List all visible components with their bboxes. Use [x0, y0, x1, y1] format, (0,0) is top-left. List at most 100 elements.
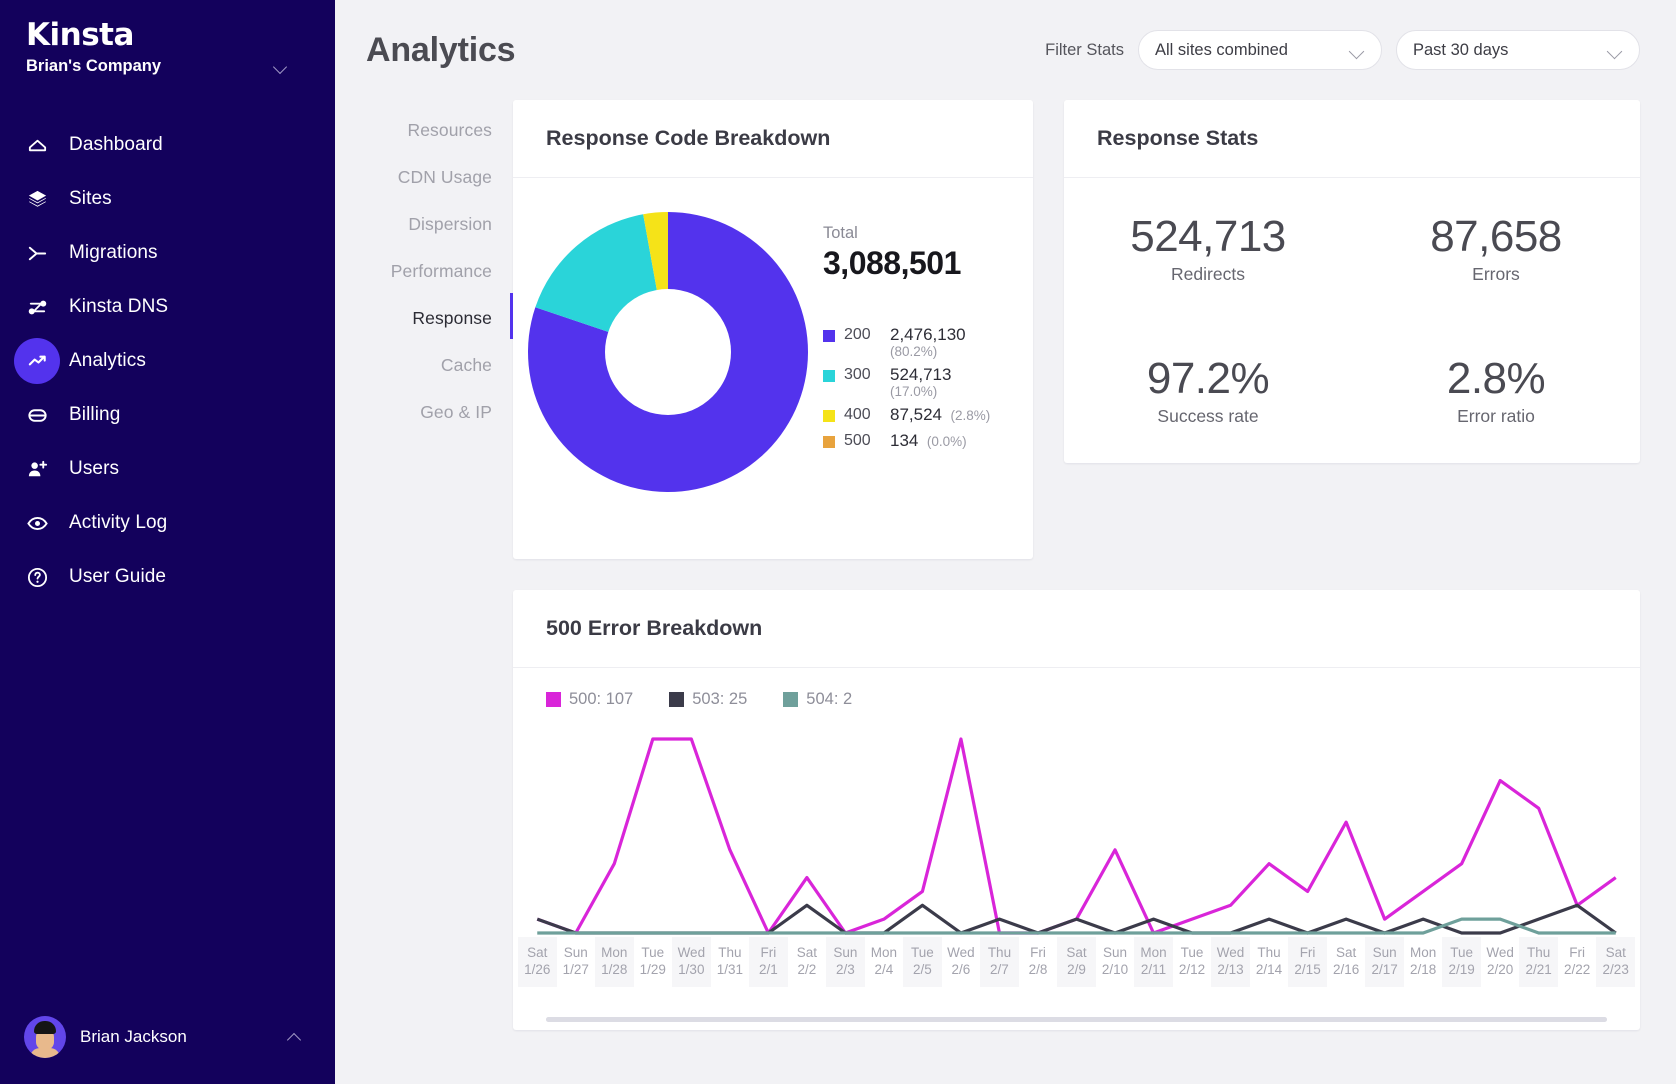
legend-code: 200 — [844, 324, 890, 344]
x-axis: Sat1/26Sun1/27Mon1/28Tue1/29Wed1/30Thu1/… — [513, 937, 1640, 987]
tick-date: 2/8 — [1019, 961, 1058, 978]
line-series-503[interactable] — [537, 905, 1615, 933]
company-switcher[interactable]: Brian's Company — [26, 57, 288, 76]
horizontal-scrollbar[interactable] — [546, 1017, 1607, 1022]
site-filter-select[interactable]: All sites combined — [1138, 30, 1382, 70]
legend-code: 500 — [844, 430, 890, 450]
sidebar-item-sites[interactable]: Sites — [0, 172, 335, 226]
x-axis-tick: Thu2/14 — [1250, 937, 1289, 987]
kinsta-logo[interactable]: Kinsta — [26, 17, 134, 53]
stat-label: Success rate — [1064, 406, 1352, 427]
legend-label: 503: 25 — [692, 690, 747, 709]
legend-values: 134 (0.0%) — [890, 430, 967, 451]
chevron-down-icon — [1609, 46, 1623, 55]
tick-day: Thu — [980, 944, 1019, 961]
tab-dispersion[interactable]: Dispersion — [335, 201, 492, 248]
main-content: Analytics Filter Stats All sites combine… — [335, 0, 1676, 1084]
sidebar-item-label: Billing — [69, 404, 120, 426]
tab-performance[interactable]: Performance — [335, 248, 492, 295]
tick-day: Tue — [903, 944, 942, 961]
x-axis-tick: Sat2/16 — [1327, 937, 1366, 987]
tick-date: 2/12 — [1173, 961, 1212, 978]
legend-value: 134 — [890, 431, 918, 450]
sidebar-item-user-guide[interactable]: User Guide — [0, 550, 335, 604]
legend-item-400[interactable]: 400 87,524 (2.8%) — [823, 404, 1033, 425]
tick-date: 2/19 — [1442, 961, 1481, 978]
tick-day: Tue — [634, 944, 673, 961]
sidebar-item-analytics[interactable]: Analytics — [0, 334, 335, 388]
sidebar-item-users[interactable]: Users — [0, 442, 335, 496]
legend-value: 524,713 — [890, 365, 951, 384]
tab-response[interactable]: Response — [335, 295, 492, 342]
legend-list: 200 2,476,130 (80.2%) 300 — [823, 324, 1033, 451]
tick-day: Fri — [1558, 944, 1597, 961]
filter-stats-label: Filter Stats — [1045, 41, 1124, 60]
sidebar-item-label: Kinsta DNS — [69, 296, 168, 318]
sidebar-item-kinsta-dns[interactable]: Kinsta DNS — [0, 280, 335, 334]
line-series-500[interactable] — [537, 739, 1615, 933]
sidebar-item-label: Activity Log — [69, 512, 167, 534]
tick-day: Wed — [1481, 944, 1520, 961]
tick-date: 2/6 — [942, 961, 981, 978]
legend-item-200[interactable]: 200 2,476,130 (80.2%) — [823, 324, 1033, 359]
chevron-down-icon — [274, 60, 288, 74]
sidebar-item-activity-log[interactable]: Activity Log — [0, 496, 335, 550]
x-axis-tick: Fri2/22 — [1558, 937, 1597, 987]
legend-item-500[interactable]: 500 134 (0.0%) — [823, 430, 1033, 451]
legend-label: 500: 107 — [569, 690, 633, 709]
tab-resources[interactable]: Resources — [335, 107, 492, 154]
tick-day: Mon — [1404, 944, 1443, 961]
tick-date: 2/23 — [1596, 961, 1635, 978]
sidebar-item-billing[interactable]: Billing — [0, 388, 335, 442]
tick-day: Sun — [1365, 944, 1404, 961]
tab-cdn-usage[interactable]: CDN Usage — [335, 154, 492, 201]
tab-cache[interactable]: Cache — [335, 342, 492, 389]
sidebar-item-label: Sites — [69, 188, 112, 210]
card-header: Response Code Breakdown — [513, 100, 1033, 178]
legend-swatch — [669, 692, 684, 707]
tick-date: 1/29 — [634, 961, 673, 978]
total-label: Total — [823, 224, 1033, 243]
legend-item-300[interactable]: 300 524,713 (17.0%) — [823, 364, 1033, 399]
tick-date: 1/30 — [672, 961, 711, 978]
legend-item-500[interactable]: 500: 107 — [546, 690, 633, 709]
legend-values: 87,524 (2.8%) — [890, 404, 990, 425]
home-icon — [14, 122, 60, 168]
x-axis-tick: Wed2/13 — [1211, 937, 1250, 987]
stat-value: 97.2% — [1064, 356, 1352, 402]
legend-item-503[interactable]: 503: 25 — [669, 690, 747, 709]
date-range-select[interactable]: Past 30 days — [1396, 30, 1640, 70]
x-axis-tick: Tue2/12 — [1173, 937, 1212, 987]
legend-value: 87,524 — [890, 405, 942, 424]
line-chart-legend: 500: 107 503: 25 504: 2 — [513, 668, 1640, 709]
x-axis-tick: Sat2/2 — [788, 937, 827, 987]
x-axis-tick: Wed2/20 — [1481, 937, 1520, 987]
legend-item-504[interactable]: 504: 2 — [783, 690, 852, 709]
card-header: 500 Error Breakdown — [513, 590, 1640, 668]
chevron-up-icon — [288, 1030, 302, 1044]
x-axis-tick: Mon2/18 — [1404, 937, 1443, 987]
x-axis-tick: Fri2/1 — [749, 937, 788, 987]
x-axis-tick: Mon2/4 — [865, 937, 904, 987]
stat-value: 524,713 — [1064, 214, 1352, 260]
tick-date: 2/20 — [1481, 961, 1520, 978]
sidebar-item-dashboard[interactable]: Dashboard — [0, 118, 335, 172]
tab-geo-ip[interactable]: Geo & IP — [335, 389, 492, 436]
x-axis-tick: Tue2/5 — [903, 937, 942, 987]
sidebar-item-migrations[interactable]: Migrations — [0, 226, 335, 280]
tick-day: Wed — [672, 944, 711, 961]
legend-code: 300 — [844, 364, 890, 384]
analytics-icon — [14, 338, 60, 384]
stats-grid: 524,713 Redirects 87,658 Errors 97.2% Su… — [1064, 178, 1640, 463]
scrollbar-thumb[interactable] — [546, 1017, 1607, 1022]
tick-day: Sun — [826, 944, 865, 961]
tick-date: 2/21 — [1519, 961, 1558, 978]
stat-label: Errors — [1352, 264, 1640, 285]
sidebar-item-label: Migrations — [69, 242, 158, 264]
tick-date: 2/15 — [1288, 961, 1327, 978]
tick-day: Fri — [1019, 944, 1058, 961]
user-menu[interactable]: Brian Jackson — [24, 1016, 302, 1058]
tick-day: Fri — [749, 944, 788, 961]
tick-date: 1/31 — [711, 961, 750, 978]
date-range-value: Past 30 days — [1413, 41, 1599, 60]
